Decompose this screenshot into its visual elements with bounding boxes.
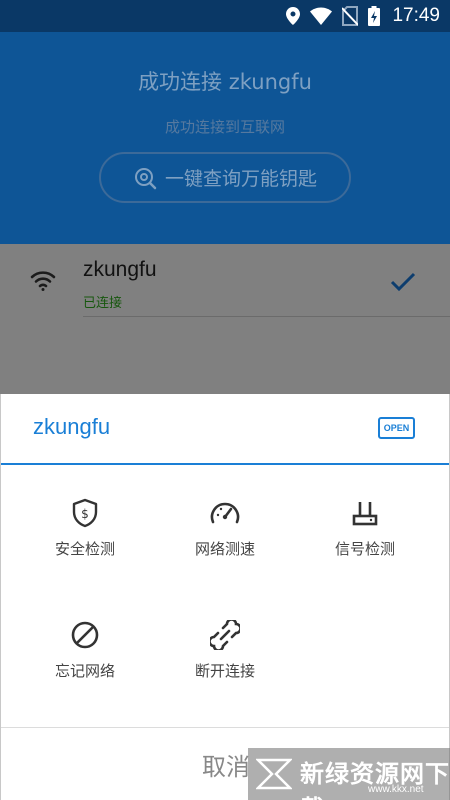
key-search-icon [134, 167, 157, 189]
forget-network-button[interactable]: 忘记网络 [15, 620, 155, 681]
router-icon [352, 502, 378, 526]
network-list-overlay[interactable]: zkungfu 已连接 [0, 244, 450, 394]
wifi-signal-icon [30, 271, 56, 291]
network-status: 已连接 [83, 296, 123, 311]
wifi-full-icon [310, 7, 333, 25]
query-key-button[interactable]: 一键查询万能钥匙 [99, 152, 351, 203]
forget-network-label: 忘记网络 [54, 662, 115, 680]
open-badge: OPEN [378, 417, 415, 439]
broken-link-icon [210, 620, 240, 650]
security-check-label: 安全检测 [54, 540, 115, 558]
speedometer-icon [210, 502, 240, 524]
network-actions-sheet: zkungfu OPEN $ 安全检测 网络测速 信号检测 忘记网络 断开连接 … [0, 394, 450, 800]
no-sim-icon [342, 6, 359, 26]
watermark: 新绿资源网下载 www.kkx.net [248, 748, 450, 800]
header-title: 成功连接 zkungfu [138, 70, 312, 94]
sheet-title: zkungfu [33, 414, 111, 439]
shield-dollar-icon: $ [72, 498, 98, 528]
status-bar: 17:49 [0, 0, 450, 32]
watermark-logo [256, 758, 292, 790]
network-divider [83, 316, 450, 317]
speed-test-label: 网络测速 [194, 540, 255, 558]
status-time: 17:49 [392, 5, 440, 26]
disconnect-label: 断开连接 [194, 662, 255, 680]
svg-text:$: $ [81, 507, 89, 521]
location-icon [286, 7, 301, 25]
forbidden-icon [71, 621, 99, 649]
security-check-button[interactable]: $ 安全检测 [15, 498, 155, 559]
sheet-divider [1, 463, 449, 465]
status-icons: 17:49 [286, 0, 440, 32]
battery-charging-icon [368, 6, 381, 26]
speed-test-button[interactable]: 网络测速 [155, 498, 295, 559]
query-key-button-label: 一键查询万能钥匙 [164, 168, 317, 190]
signal-check-button[interactable]: 信号检测 [295, 498, 435, 559]
disconnect-button[interactable]: 断开连接 [155, 620, 295, 681]
signal-check-label: 信号检测 [334, 540, 395, 558]
connection-header: 成功连接 zkungfu 成功连接到互联网 一键查询万能钥匙 [0, 32, 450, 244]
watermark-url: www.kkx.net [368, 784, 424, 795]
network-name: zkungfu [83, 258, 157, 281]
check-icon [390, 272, 416, 292]
header-subtitle: 成功连接到互联网 [164, 118, 285, 136]
